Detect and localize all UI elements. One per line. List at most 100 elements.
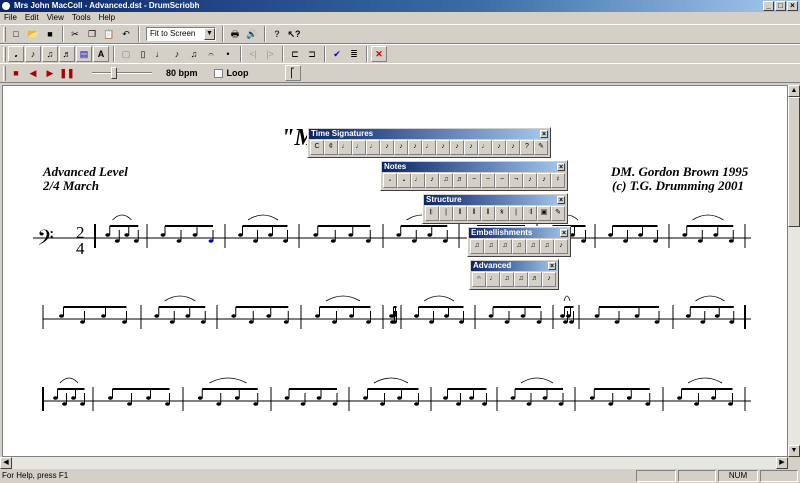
beam-icon[interactable]: ▤ xyxy=(76,46,92,62)
scroll-down-icon[interactable]: ▼ xyxy=(788,445,800,457)
time-signature-icon[interactable]: ♪ xyxy=(450,140,464,155)
toolbar-grip[interactable] xyxy=(3,46,6,62)
structure-icon[interactable]: 𝄆 xyxy=(425,206,439,221)
flam-icon[interactable]: ♪ xyxy=(169,46,185,62)
advanced-icon[interactable]: 𝄐 xyxy=(472,272,486,287)
structure-icon[interactable]: | xyxy=(439,206,453,221)
time-signature-icon[interactable]: ♪ xyxy=(408,140,422,155)
flag-note-icon[interactable]: 𝅘 xyxy=(8,46,24,62)
check-icon[interactable]: ✔ xyxy=(329,46,345,62)
palette-caption[interactable]: Notes × xyxy=(382,162,566,172)
structure-icon[interactable]: ‖ xyxy=(481,206,495,221)
time-signature-icon[interactable]: ✎ xyxy=(534,140,548,155)
advanced-icon[interactable]: ♬ xyxy=(528,272,542,287)
menu-tools[interactable]: Tools xyxy=(72,12,91,24)
palette-caption[interactable]: Time Signatures × xyxy=(309,129,549,139)
dot-icon[interactable]: • xyxy=(220,46,236,62)
note-icon[interactable]: − xyxy=(481,173,495,188)
note-icon[interactable]: ♬ xyxy=(453,173,467,188)
loop-marker-icon[interactable]: ⎡ xyxy=(284,65,301,81)
embellishment-icon[interactable]: ♫ xyxy=(470,239,484,254)
close-button[interactable]: × xyxy=(787,1,798,11)
advanced-icon[interactable]: ♩ xyxy=(486,272,500,287)
double-note-icon[interactable]: ♫ xyxy=(42,46,58,62)
structure-icon[interactable]: 𝄇 xyxy=(523,206,537,221)
scroll-right-icon[interactable]: ▶ xyxy=(776,457,788,469)
delete-icon[interactable]: ✕ xyxy=(371,46,387,62)
time-signature-icon[interactable]: ♪ xyxy=(506,140,520,155)
zoom-select[interactable]: Fit to Screen ▼ xyxy=(146,27,216,41)
time-signature-icon[interactable]: ♪ xyxy=(464,140,478,155)
paste-icon[interactable]: 📋 xyxy=(101,26,117,42)
advanced-icon[interactable]: ♫ xyxy=(500,272,514,287)
speaker-icon[interactable]: 🔊 xyxy=(244,26,260,42)
tuplet-icon[interactable]: ♩ xyxy=(152,46,168,62)
structure-icon[interactable]: | xyxy=(509,206,523,221)
slider-thumb[interactable] xyxy=(111,67,117,79)
time-signature-icon[interactable]: ♪ xyxy=(492,140,506,155)
drag-icon[interactable]: ♫ xyxy=(186,46,202,62)
advanced-icon[interactable]: ♪ xyxy=(542,272,556,287)
note-icon[interactable]: ♫ xyxy=(439,173,453,188)
context-help-icon[interactable]: ↖? xyxy=(286,26,302,42)
cut-icon[interactable]: ✂ xyxy=(67,26,83,42)
help-icon[interactable]: ? xyxy=(269,26,285,42)
roll-icon[interactable]: 𝄐 xyxy=(203,46,219,62)
vertical-scrollbar[interactable]: ▲ ▼ xyxy=(788,85,800,457)
structure-icon[interactable]: ✎ xyxy=(551,206,565,221)
close-icon[interactable]: × xyxy=(557,163,565,171)
close-icon[interactable]: × xyxy=(560,229,568,237)
toolbar-grip[interactable] xyxy=(3,65,6,81)
structure-icon[interactable]: ‖ xyxy=(467,206,481,221)
decrease-icon[interactable]: <| xyxy=(245,46,261,62)
note-icon[interactable]: ♪ xyxy=(537,173,551,188)
palette-caption[interactable]: Structure × xyxy=(424,195,566,205)
time-signature-icon[interactable]: ♩ xyxy=(422,140,436,155)
time-signature-icon[interactable]: C xyxy=(310,140,324,155)
stop-icon[interactable]: ■ xyxy=(8,65,24,81)
structure-icon[interactable]: ▣ xyxy=(537,206,551,221)
bar-icon[interactable]: ▯ xyxy=(135,46,151,62)
title-bar[interactable]: Mrs John MacColl - Advanced.dst - DrumSc… xyxy=(0,0,800,12)
menu-help[interactable]: Help xyxy=(99,12,115,24)
note-icon[interactable]: 𝅗 xyxy=(383,173,397,188)
note-icon[interactable]: 𝅘 xyxy=(397,173,411,188)
note-icon[interactable]: − xyxy=(495,173,509,188)
scroll-thumb[interactable] xyxy=(788,97,800,227)
grace-note-icon[interactable]: ♪ xyxy=(25,46,41,62)
undo-icon[interactable]: ↶ xyxy=(118,26,134,42)
menu-edit[interactable]: Edit xyxy=(25,12,39,24)
text-icon[interactable]: A xyxy=(93,46,109,62)
pause-icon[interactable]: ❚❚ xyxy=(59,65,75,81)
palette-caption[interactable]: Embellishments × xyxy=(469,228,569,238)
align-right-icon[interactable]: ⊐ xyxy=(304,46,320,62)
embellishment-icon[interactable]: ♫ xyxy=(526,239,540,254)
time-signature-icon[interactable]: ♩ xyxy=(366,140,380,155)
embellishment-icon[interactable]: ♪ xyxy=(554,239,568,254)
embellishment-icon[interactable]: ♫ xyxy=(498,239,512,254)
note-icon[interactable]: ¬ xyxy=(509,173,523,188)
group-icon[interactable]: ▢ xyxy=(118,46,134,62)
accent-icon[interactable]: ♬ xyxy=(59,46,75,62)
structure-icon[interactable]: 𝄋 xyxy=(495,206,509,221)
embellishment-icon[interactable]: ♫ xyxy=(540,239,554,254)
time-signature-icon[interactable]: ¢ xyxy=(324,140,338,155)
save-icon[interactable]: ■ xyxy=(42,26,58,42)
copy-icon[interactable]: ❐ xyxy=(84,26,100,42)
time-signature-icon[interactable]: ♪ xyxy=(436,140,450,155)
note-icon[interactable]: ♪ xyxy=(425,173,439,188)
embellishment-icon[interactable]: ♫ xyxy=(512,239,526,254)
menu-file[interactable]: File xyxy=(4,12,17,24)
note-icon[interactable]: ♪ xyxy=(523,173,537,188)
note-icon[interactable]: − xyxy=(467,173,481,188)
close-icon[interactable]: × xyxy=(548,262,556,270)
structure-icon[interactable]: ‖ xyxy=(453,206,467,221)
time-signature-icon[interactable]: ♩ xyxy=(338,140,352,155)
checkbox-box[interactable] xyxy=(213,68,223,78)
close-icon[interactable]: × xyxy=(540,130,548,138)
close-icon[interactable]: × xyxy=(557,196,565,204)
chevron-down-icon[interactable]: ▼ xyxy=(204,28,215,40)
palette-caption[interactable]: Advanced × xyxy=(471,261,557,271)
minimize-button[interactable]: _ xyxy=(763,1,774,11)
maximize-button[interactable]: □ xyxy=(775,1,786,11)
